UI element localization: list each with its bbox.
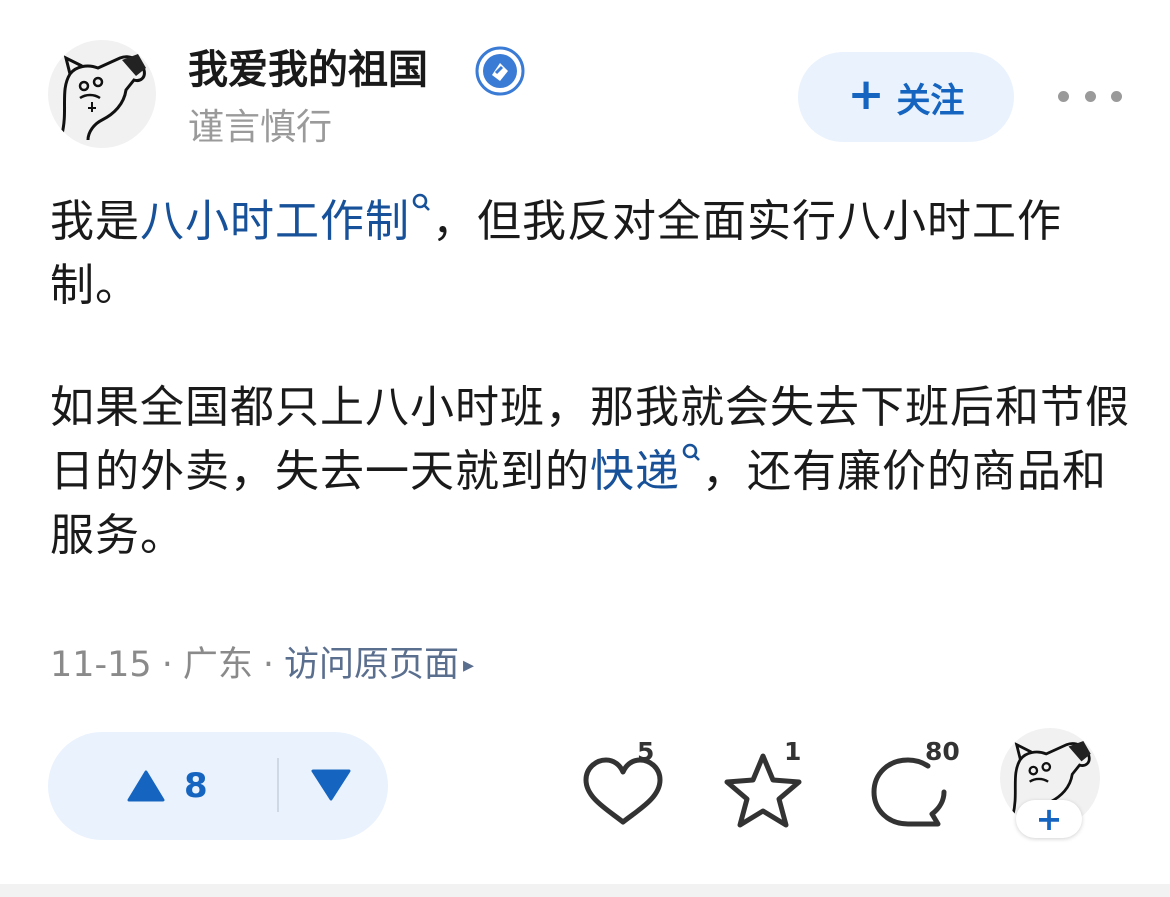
like-count: 5 — [637, 737, 655, 766]
verified-badge-icon — [474, 45, 526, 97]
downvote-button[interactable] — [308, 762, 354, 808]
comment-count: 80 — [925, 737, 960, 766]
arrow-right-icon: ▸ — [463, 653, 475, 678]
visit-original-link[interactable]: 访问原页面 — [284, 645, 459, 685]
topic-link-eight-hour[interactable]: 八小时工作制 — [140, 196, 410, 247]
upvote-count: 8 — [184, 766, 208, 806]
follow-button[interactable]: + 关注 — [798, 52, 1014, 142]
meta-separator: · — [161, 645, 173, 685]
author-name[interactable]: 我爱我的祖国 — [188, 42, 428, 98]
cat-sketch-icon — [60, 54, 146, 141]
more-dots-icon[interactable] — [1058, 66, 1122, 126]
follow-plus-badge[interactable]: + — [1016, 800, 1082, 838]
post-meta: 11-15 · 广东 · 访问原页面 ▸ — [50, 640, 474, 691]
plus-icon: + — [847, 69, 885, 120]
downvote-triangle-icon — [311, 769, 351, 801]
heart-icon — [583, 757, 663, 825]
search-icon — [412, 193, 430, 211]
p1-text-before: 我是 — [50, 196, 140, 247]
follow-label: 关注 — [896, 80, 965, 121]
meta-separator: · — [262, 645, 274, 685]
post-location: 广东 — [182, 645, 253, 685]
vote-divider — [277, 758, 279, 812]
post-date: 11-15 — [50, 645, 152, 685]
post-paragraph-2: 如果全国都只上八小时班，那我就会失去下班后和节假日的外卖，失去一天就到的快递 ，还… — [50, 376, 1130, 568]
author-avatar[interactable] — [48, 40, 156, 148]
bottom-divider — [0, 884, 1170, 897]
like-button[interactable] — [578, 750, 668, 840]
upvote-triangle-icon — [127, 770, 165, 802]
search-icon — [682, 443, 700, 461]
post-paragraph-1: 我是八小时工作制 ，但我反对全面实行八小时工作制。 — [50, 190, 1130, 318]
upvote-button[interactable]: 8 — [126, 762, 246, 810]
favorite-count: 1 — [784, 737, 802, 766]
topic-link-express[interactable]: 快递 — [590, 446, 680, 497]
author-bio: 谨言慎行 — [188, 107, 333, 148]
